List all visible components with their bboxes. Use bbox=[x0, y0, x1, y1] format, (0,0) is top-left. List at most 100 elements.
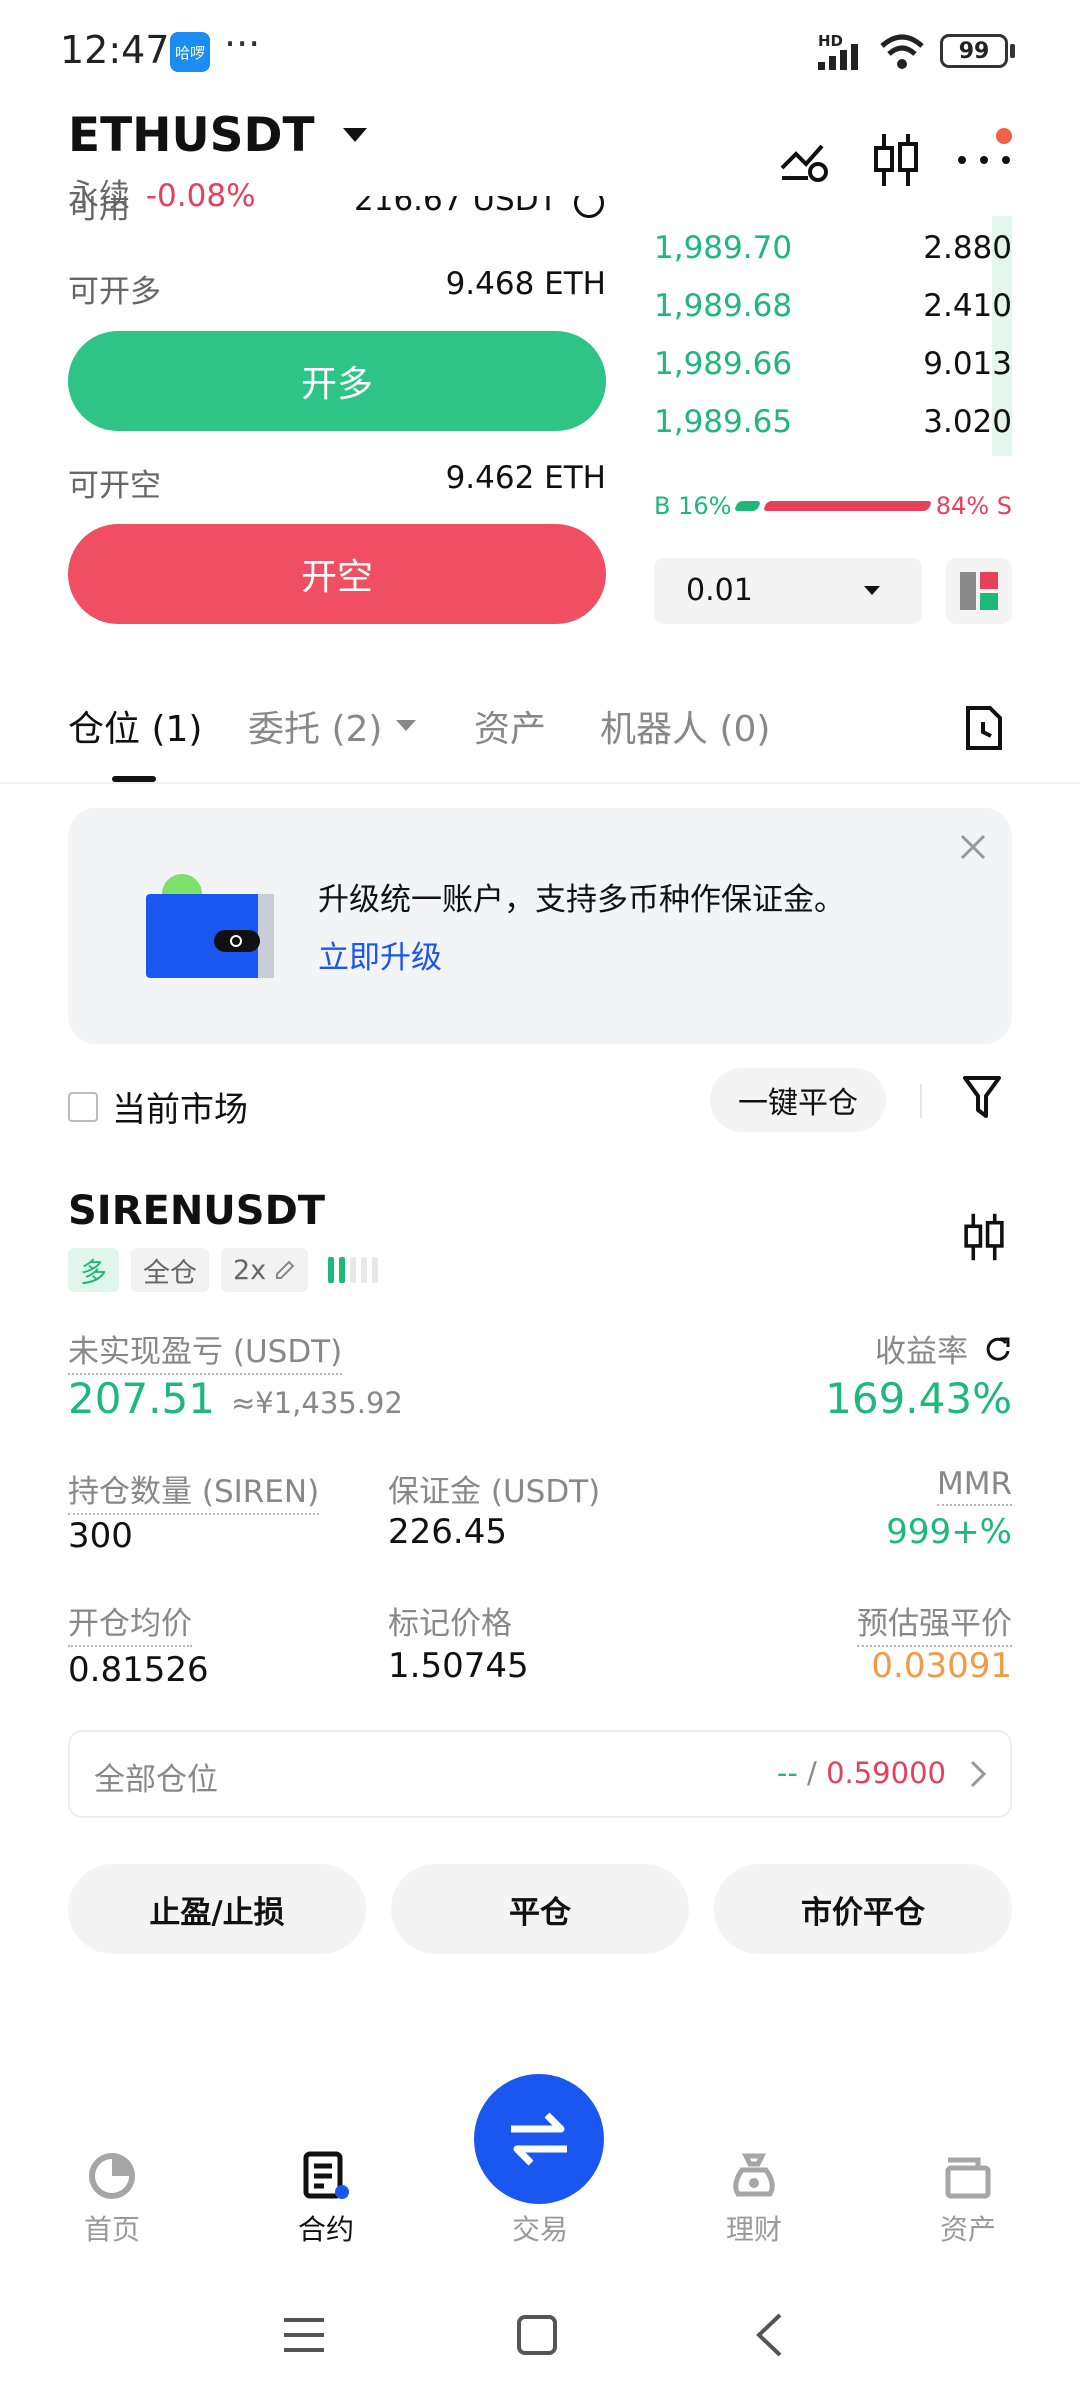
battery-level: 99 bbox=[958, 38, 990, 64]
max-long-label: 可开多 bbox=[68, 274, 161, 310]
back-icon[interactable] bbox=[754, 2312, 784, 2358]
contract-icon bbox=[303, 2151, 349, 2199]
bid-row[interactable]: 1,989.66 9.013 bbox=[654, 346, 1012, 382]
nav-assets[interactable]: 资产 bbox=[898, 2150, 1038, 2248]
filter-icon[interactable] bbox=[962, 1074, 1002, 1120]
open-short-label: 开空 bbox=[300, 557, 373, 598]
margin-label: 保证金 (USDT) bbox=[388, 1474, 601, 1510]
bid-row[interactable]: 1,989.65 3.020 bbox=[654, 404, 1012, 440]
upnl-row: 207.51 ≈¥1,435.92 bbox=[68, 1374, 403, 1423]
bid-price: 1,989.68 bbox=[654, 288, 793, 324]
position-symbol[interactable]: SIRENUSDT bbox=[68, 1188, 325, 1234]
banner-upgrade-link[interactable]: 立即升级 bbox=[318, 932, 442, 977]
caret-down-icon bbox=[342, 127, 367, 142]
wallet-icon bbox=[945, 2157, 991, 2199]
ratio-bar-sell bbox=[762, 501, 933, 511]
menu-icon[interactable] bbox=[282, 2316, 326, 2354]
roe-label-row[interactable]: 收益率 bbox=[875, 1326, 1012, 1371]
status-time: 12:47 bbox=[60, 28, 170, 72]
wallet-illustration bbox=[146, 874, 276, 980]
tab-bots[interactable]: 机器人 (0) bbox=[600, 700, 770, 752]
available-value: 216.67 USDT bbox=[354, 196, 558, 218]
close-icon[interactable] bbox=[960, 834, 986, 860]
tpsl-label: 止盈/止损 bbox=[149, 1894, 285, 1931]
current-market-checkbox[interactable]: 当前市场 bbox=[68, 1082, 248, 1131]
all-positions-tpsl-row[interactable]: 全部仓位 -- / 0.59000 bbox=[68, 1730, 1012, 1818]
bid-qty: 9.013 bbox=[923, 346, 1012, 382]
close-all-label: 一键平仓 bbox=[738, 1086, 858, 1121]
tpsl-separator: / bbox=[797, 1756, 827, 1790]
refresh-icon bbox=[986, 1337, 1010, 1361]
strategy-chart-icon[interactable] bbox=[780, 136, 830, 184]
money-bag-icon bbox=[733, 2153, 775, 2197]
nav-trade[interactable]: 交易 bbox=[470, 2150, 610, 2248]
margin-value: 226.45 bbox=[388, 1512, 507, 1552]
tab-label: 资产 bbox=[474, 709, 547, 750]
sell-ratio: 84% S bbox=[935, 492, 1012, 520]
bid-price: 1,989.65 bbox=[654, 404, 793, 440]
close-all-button[interactable]: 一键平仓 bbox=[710, 1068, 886, 1132]
nav-label: 首页 bbox=[83, 2213, 140, 2246]
entry-price-label[interactable]: 开仓均价 bbox=[68, 1598, 192, 1647]
kline-icon[interactable] bbox=[962, 1212, 1006, 1262]
kline-icon[interactable] bbox=[872, 132, 920, 188]
battery-tip bbox=[1010, 44, 1015, 58]
available-row: 可用 216.67 USDT bbox=[68, 196, 606, 234]
max-long-value: 9.468 ETH bbox=[445, 266, 606, 302]
nav-label: 理财 bbox=[725, 2213, 782, 2246]
open-long-button[interactable]: 开多 bbox=[68, 331, 606, 431]
all-positions-label: 全部仓位 bbox=[94, 1762, 218, 1798]
nav-home[interactable]: 首页 bbox=[42, 2150, 182, 2248]
edit-icon bbox=[276, 1260, 295, 1279]
bid-row[interactable]: 1,989.70 2.880 bbox=[654, 230, 1012, 266]
more-menu-icon[interactable] bbox=[958, 128, 1014, 180]
roe-value: 169.43% bbox=[825, 1374, 1012, 1423]
precision-select[interactable]: 0.01 bbox=[654, 558, 922, 624]
upgrade-banner[interactable]: 升级统一账户，支持多币种作保证金。 立即升级 bbox=[68, 808, 1012, 1044]
tag-cross-margin: 全仓 bbox=[131, 1248, 209, 1292]
app-badge-icon: 哈啰 bbox=[170, 32, 210, 72]
tag-long: 多 bbox=[68, 1248, 119, 1292]
bid-qty: 2.880 bbox=[923, 230, 1012, 266]
upnl-cny: ≈¥1,435.92 bbox=[230, 1386, 403, 1420]
tag-leverage[interactable]: 2x bbox=[221, 1248, 309, 1292]
info-icon[interactable] bbox=[574, 196, 604, 218]
buy-ratio: B 16% bbox=[654, 492, 732, 520]
mark-price-value: 1.50745 bbox=[388, 1646, 529, 1686]
notification-dot bbox=[996, 128, 1012, 144]
max-short-label: 可开空 bbox=[68, 468, 161, 504]
book-layout-button[interactable] bbox=[946, 558, 1012, 624]
bid-row[interactable]: 1,989.68 2.410 bbox=[654, 288, 1012, 324]
tab-positions[interactable]: 仓位 (1) bbox=[68, 700, 202, 752]
size-value: 300 bbox=[68, 1516, 133, 1556]
mmr-value: 999+% bbox=[886, 1512, 1012, 1552]
checkbox-box bbox=[68, 1091, 98, 1122]
tpsl-button[interactable]: 止盈/止损 bbox=[68, 1864, 366, 1954]
mmr-label[interactable]: MMR bbox=[936, 1466, 1012, 1506]
nav-label: 合约 bbox=[297, 2213, 354, 2246]
bid-qty: 2.410 bbox=[923, 288, 1012, 324]
nav-futures[interactable]: 合约 bbox=[256, 2150, 396, 2248]
nav-label: 资产 bbox=[939, 2213, 996, 2246]
upnl-label[interactable]: 未实现盈亏 (USDT) bbox=[68, 1326, 343, 1375]
mark-price-label: 标记价格 bbox=[388, 1606, 512, 1642]
ratio-bar-buy bbox=[733, 501, 762, 511]
adl-indicator bbox=[328, 1257, 379, 1283]
tab-assets[interactable]: 资产 bbox=[474, 700, 546, 752]
market-close-button[interactable]: 市价平仓 bbox=[714, 1864, 1012, 1954]
nav-earn[interactable]: 理财 bbox=[684, 2150, 824, 2248]
liq-price-label[interactable]: 预估强平价 bbox=[857, 1598, 1012, 1647]
symbol-selector[interactable]: ETHUSDT bbox=[68, 108, 367, 163]
tab-orders[interactable]: 委托 (2) bbox=[248, 700, 417, 752]
bid-price: 1,989.70 bbox=[654, 230, 793, 266]
close-position-label: 平仓 bbox=[509, 1894, 571, 1931]
size-label[interactable]: 持仓数量 (SIREN) bbox=[68, 1466, 320, 1515]
history-icon[interactable] bbox=[964, 704, 1004, 752]
open-long-label: 开多 bbox=[300, 364, 373, 405]
ratio-bar bbox=[733, 501, 933, 511]
current-market-label: 当前市场 bbox=[112, 1090, 248, 1130]
open-short-button[interactable]: 开空 bbox=[68, 524, 606, 624]
bid-qty: 3.020 bbox=[923, 404, 1012, 440]
home-square-icon[interactable] bbox=[516, 2314, 558, 2356]
close-position-button[interactable]: 平仓 bbox=[391, 1864, 689, 1954]
